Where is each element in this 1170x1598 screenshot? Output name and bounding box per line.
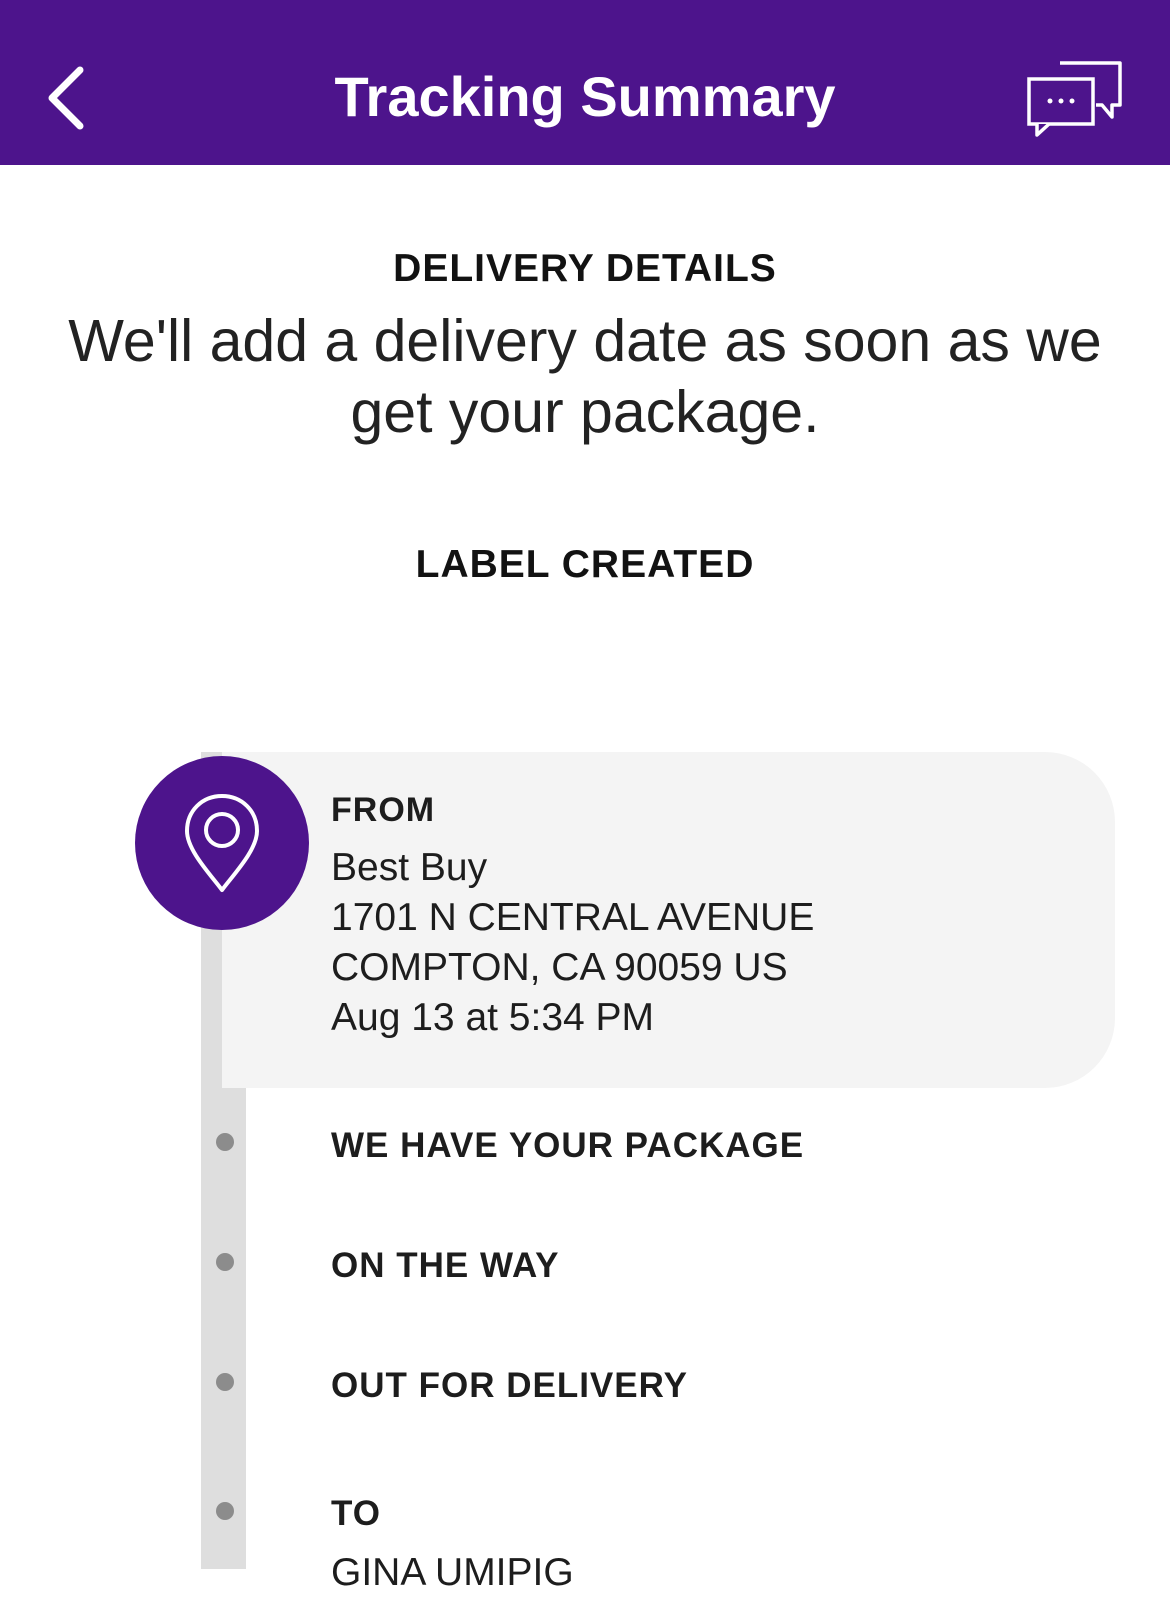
from-label: FROM [331, 791, 436, 829]
step-dot [216, 1133, 234, 1151]
app-header: Tracking Summary [0, 0, 1170, 165]
step-on-the-way: ON THE WAY [331, 1246, 560, 1285]
from-datetime: Aug 13 at 5:34 PM [331, 996, 655, 1039]
to-label: TO [331, 1494, 381, 1533]
delivery-message: We'll add a delivery date as soon as we … [68, 308, 1102, 445]
to-name: GINA UMIPIG [331, 1551, 574, 1594]
page-title: Tracking Summary [334, 65, 836, 128]
chat-button[interactable] [1020, 50, 1130, 145]
from-address-line2: COMPTON, CA 90059 US [331, 946, 788, 989]
from-name: Best Buy [331, 846, 488, 889]
status-heading: LABEL CREATED [415, 543, 755, 586]
step-we-have-your-package: WE HAVE YOUR PACKAGE [331, 1126, 805, 1165]
step-out-for-delivery: OUT FOR DELIVERY [331, 1366, 688, 1405]
delivery-details-heading: DELIVERY DETAILS [393, 247, 777, 290]
from-address-line1: 1701 N CENTRAL AVENUE [331, 896, 815, 939]
step-dot [216, 1502, 234, 1520]
chat-bubbles-icon [1020, 50, 1130, 145]
from-pin-badge [135, 756, 309, 930]
step-dot [216, 1253, 234, 1271]
step-dot [216, 1373, 234, 1391]
